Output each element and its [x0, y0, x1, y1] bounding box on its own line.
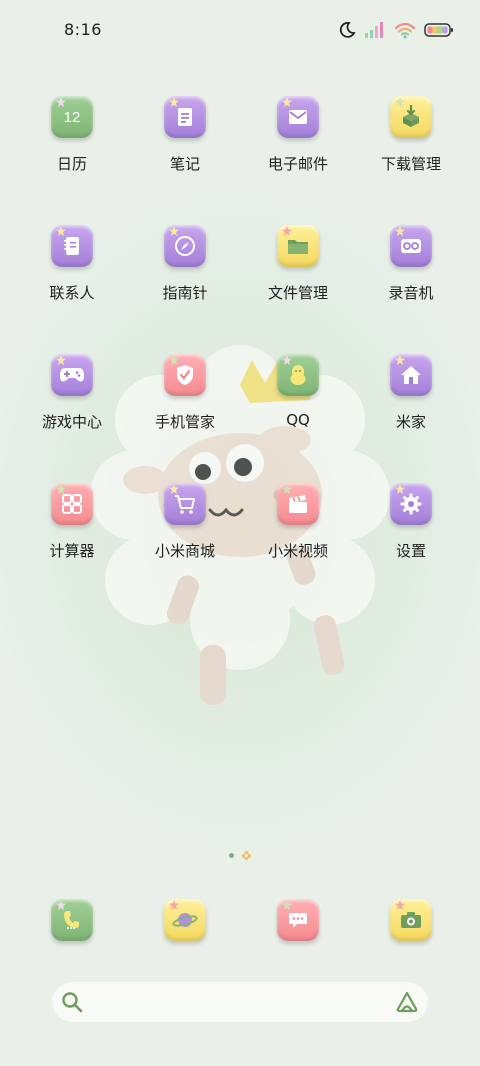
dock	[0, 895, 480, 945]
app-notes[interactable]: 笔记	[129, 92, 241, 202]
page-dot-active-flower-icon[interactable]	[242, 851, 251, 860]
phone-icon[interactable]	[51, 899, 93, 941]
app-mi-home[interactable]: 米家	[355, 350, 467, 460]
badge-star-icon	[282, 900, 292, 910]
badge-star-icon	[169, 484, 179, 494]
status-icons	[338, 21, 454, 39]
qq-penguin-icon	[277, 354, 319, 396]
app-label: QQ	[286, 411, 310, 429]
badge-star-icon	[56, 226, 66, 236]
messages-icon[interactable]	[277, 899, 319, 941]
badge-star-icon	[395, 484, 405, 494]
app-downloads[interactable]: 下载管理	[355, 92, 467, 202]
signal-icon	[365, 22, 383, 38]
page-indicator[interactable]	[229, 851, 251, 860]
download-icon	[390, 96, 432, 138]
app-label: 联系人	[49, 284, 95, 302]
shield-icon	[164, 354, 206, 396]
badge-star-icon	[395, 355, 405, 365]
badge-star-icon	[395, 900, 405, 910]
app-mi-store[interactable]: 小米商城	[129, 479, 241, 589]
app-label: 笔记	[169, 155, 200, 173]
app-label: 小米视频	[267, 542, 328, 560]
app-qq[interactable]: QQ	[242, 350, 354, 460]
app-email[interactable]: 电子邮件	[242, 92, 354, 202]
app-calendar[interactable]: 12 日历	[16, 92, 128, 202]
calendar-icon-date: 12	[63, 108, 81, 126]
status-time: 8:16	[64, 20, 102, 39]
compass-icon	[164, 225, 206, 267]
badge-star-icon	[282, 226, 292, 236]
cart-icon	[164, 483, 206, 525]
badge-star-icon	[282, 97, 292, 107]
badge-star-icon	[56, 900, 66, 910]
badge-star-icon	[56, 355, 66, 365]
badge-star-icon	[56, 97, 66, 107]
app-game-center[interactable]: 游戏中心	[16, 350, 128, 460]
home-icon	[390, 354, 432, 396]
app-label: 手机管家	[154, 413, 215, 431]
badge-star-icon	[169, 900, 179, 910]
app-label: 计算器	[49, 542, 95, 560]
badge-star-icon	[169, 97, 179, 107]
notes-icon	[164, 96, 206, 138]
app-settings[interactable]: 设置	[355, 479, 467, 589]
page-dot[interactable]	[229, 853, 234, 858]
wifi-icon	[394, 22, 416, 39]
app-files[interactable]: 文件管理	[242, 221, 354, 331]
status-bar: 8:16	[0, 0, 480, 62]
app-label: 游戏中心	[41, 413, 102, 431]
gear-icon	[390, 483, 432, 525]
badge-star-icon	[56, 484, 66, 494]
app-label: 日历	[56, 155, 87, 173]
clapperboard-icon	[277, 483, 319, 525]
contacts-icon	[51, 225, 93, 267]
app-label: 下载管理	[380, 155, 441, 173]
app-label: 文件管理	[267, 284, 328, 302]
search-bar[interactable]	[52, 982, 428, 1022]
app-label: 米家	[395, 413, 426, 431]
calendar-icon: 12	[51, 96, 93, 138]
app-label: 电子邮件	[267, 155, 328, 173]
recorder-icon	[390, 225, 432, 267]
folder-icon	[277, 225, 319, 267]
browser-planet-icon[interactable]	[164, 899, 206, 941]
badge-star-icon	[395, 226, 405, 236]
app-security[interactable]: 手机管家	[129, 350, 241, 460]
app-label: 指南针	[162, 284, 208, 302]
calculator-icon	[51, 483, 93, 525]
badge-star-icon	[282, 355, 292, 365]
gamepad-icon	[51, 354, 93, 396]
assistant-a-icon[interactable]	[394, 990, 420, 1014]
search-icon[interactable]	[61, 991, 83, 1013]
app-label: 设置	[395, 542, 426, 560]
app-compass[interactable]: 指南针	[129, 221, 241, 331]
badge-star-icon	[169, 226, 179, 236]
app-mi-video[interactable]: 小米视频	[242, 479, 354, 589]
app-recorder[interactable]: 录音机	[355, 221, 467, 331]
badge-star-icon	[395, 97, 405, 107]
badge-star-icon	[282, 484, 292, 494]
camera-icon[interactable]	[390, 899, 432, 941]
battery-icon	[424, 23, 453, 37]
app-calculator[interactable]: 计算器	[16, 479, 128, 589]
app-label: 小米商城	[154, 542, 215, 560]
do-not-disturb-moon-icon	[339, 22, 356, 38]
app-label: 录音机	[388, 284, 434, 302]
email-icon	[277, 96, 319, 138]
badge-star-icon	[169, 355, 179, 365]
app-contacts[interactable]: 联系人	[16, 221, 128, 331]
